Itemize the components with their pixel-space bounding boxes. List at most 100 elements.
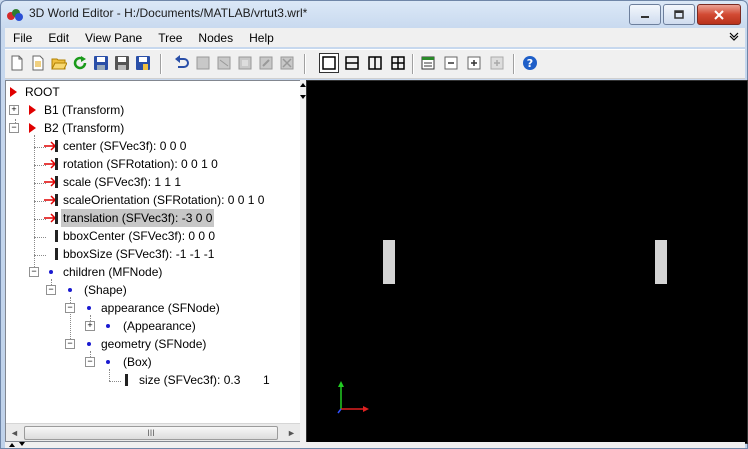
tree-row-box[interactable]: − (Box) [6,353,301,371]
tree-row-bbox-center[interactable]: bboxCenter (SFVec3f): 0 0 0 [6,227,301,245]
box-object-left[interactable] [383,240,395,284]
delete-icon [280,56,294,70]
menu-edit[interactable]: Edit [40,31,77,45]
box-object-right[interactable] [655,240,667,284]
maximize-icon [674,10,684,19]
menu-help[interactable]: Help [241,31,282,45]
single-pane-button[interactable] [319,53,339,73]
tree-row-scale-orientation[interactable]: scaleOrientation (SFRotation): 0 0 1 0 [6,191,301,209]
add-icon [490,56,504,70]
menu-nodes[interactable]: Nodes [190,31,241,45]
expand-icon[interactable]: + [9,105,19,115]
save-as-icon [115,56,129,70]
scroll-thumb[interactable]: III [24,426,278,440]
horizontal-scrollbar[interactable]: ◄ III ► [6,423,301,441]
title-bar[interactable]: 3D World Editor - H:/Documents/MATLAB/vr… [1,1,747,27]
splitter-down-icon[interactable] [19,442,25,447]
app-logo-icon [7,9,23,21]
tree-row-root[interactable]: ROOT [6,83,301,101]
collapse-icon[interactable]: − [9,123,19,133]
field-icon [55,230,58,242]
field-icon [55,248,58,260]
field-route-icon [44,212,58,224]
axes-gizmo-icon [337,381,369,414]
tree-row-size[interactable]: size (SFVec3f): 0.3 1 [6,371,301,389]
tree-row-shape[interactable]: − (Shape) [6,281,301,299]
selected-field-label: translation (SFVec3f): -3 0 0 [61,209,215,227]
tree-row-center[interactable]: center (SFVec3f): 0 0 0 [6,137,301,155]
add-button[interactable] [488,54,506,72]
split-vertical-button[interactable] [366,54,384,72]
field-route-icon [44,140,58,152]
collapse-icon[interactable]: − [65,339,75,349]
collapse-icon[interactable]: − [65,303,75,313]
collapse-icon[interactable]: − [46,285,56,295]
zoom-in-button[interactable] [465,54,483,72]
splitter-up-icon[interactable] [9,442,15,447]
four-pane-icon [391,56,405,70]
help-button[interactable]: ? [521,54,539,72]
menu-tree[interactable]: Tree [150,31,190,45]
menu-view-pane[interactable]: View Pane [77,31,150,45]
tree-row-rotation[interactable]: rotation (SFRotation): 0 0 1 0 [6,155,301,173]
toolbar-separator [412,54,414,74]
tree-row-geometry[interactable]: − geometry (SFNode) [6,335,301,353]
split-horizontal-icon [345,56,359,70]
paste-special-button[interactable] [257,54,275,72]
tree-row-children[interactable]: − children (MFNode) [6,263,301,281]
tree-row-scale[interactable]: scale (SFVec3f): 1 1 1 [6,173,301,191]
node-dot-icon [87,342,91,346]
new-button[interactable] [8,54,26,72]
toggle-tree-button[interactable] [419,54,437,72]
help-icon: ? [523,56,537,70]
scroll-right-button[interactable]: ► [283,424,300,441]
chevron-double-icon[interactable] [729,31,739,41]
tree-row-b2[interactable]: − B2 (Transform) [6,119,301,137]
collapse-icon[interactable]: − [85,357,95,367]
export-button[interactable] [134,54,152,72]
menu-file[interactable]: File [5,31,40,45]
toolbar: ? [5,49,745,79]
undo-button[interactable] [173,54,191,72]
maximize-button[interactable] [663,4,695,25]
toolbar-separator [304,54,306,74]
split-vertical-icon [368,56,382,70]
tree-row-appearance[interactable]: − appearance (SFNode) [6,299,301,317]
node-dot-icon [87,306,91,310]
copy-button[interactable] [215,54,233,72]
expand-icon[interactable]: + [85,321,95,331]
toolbar-separator [160,54,162,74]
node-marker-icon [29,105,36,115]
delete-button[interactable] [278,54,296,72]
zoom-out-button[interactable] [442,54,460,72]
paste-button[interactable] [236,54,254,72]
node-marker-icon [29,123,36,133]
scroll-left-button[interactable]: ◄ [6,424,23,441]
reload-button[interactable] [71,54,89,72]
tree-row-b1[interactable]: + B1 (Transform) [6,101,301,119]
bottom-splitter[interactable] [5,442,745,448]
export-icon [136,56,150,70]
cut-button[interactable] [194,54,212,72]
grip-icon: III [147,428,155,438]
reload-icon [73,56,87,70]
window-title: 3D World Editor - H:/Documents/MATLAB/vr… [29,6,308,20]
tree-row-translation[interactable]: translation (SFVec3f): -3 0 0 [6,209,301,227]
new-from-template-button[interactable] [29,54,47,72]
tree-row-bbox-size[interactable]: bboxSize (SFVec3f): -1 -1 -1 [6,245,301,263]
open-button[interactable] [50,54,68,72]
zoom-out-icon [444,56,458,70]
3d-viewport[interactable] [306,80,748,444]
split-horizontal-button[interactable] [343,54,361,72]
field-route-icon [44,176,58,188]
scene-tree[interactable]: ROOT + B1 (Transform) − B2 (Transform) c… [5,80,302,442]
single-pane-icon [322,56,336,70]
save-button[interactable] [92,54,110,72]
minimize-button[interactable] [629,4,661,25]
tree-row-appearance-node[interactable]: + (Appearance) [6,317,301,335]
save-as-button[interactable] [113,54,131,72]
four-pane-button[interactable] [389,54,407,72]
collapse-icon[interactable]: − [29,267,39,277]
close-button[interactable] [697,4,741,25]
new-from-template-icon [32,55,44,71]
